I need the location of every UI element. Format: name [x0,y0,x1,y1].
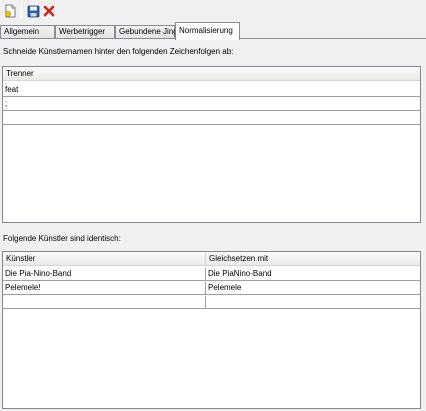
table-cell[interactable]: feat [3,84,420,96]
table-cell-artist[interactable]: Die Pia-Nino-Band [3,268,206,280]
table-cell-artist[interactable]: Pelemele! [3,282,206,294]
identical-artists-grid[interactable]: Künstler Gleichsetzen mit Die Pia-Nino-B… [2,251,421,409]
toolbar-separator [21,4,22,18]
toolbar [0,0,426,22]
table-cell-equal[interactable]: Die PiaNino-Band [206,268,420,280]
table-cell-artist[interactable] [3,296,206,308]
column-header-gleichsetzen[interactable]: Gleichsetzen mit [206,252,420,266]
table-row-new[interactable] [3,112,420,125]
column-header-kuenstler[interactable]: Künstler [3,252,206,266]
table-cell[interactable] [3,112,420,124]
table-row[interactable]: Die Pia-Nino-Band Die PiaNino-Band [3,268,420,281]
table-row[interactable]: ; [3,98,420,111]
separators-grid[interactable]: Trenner feat ; [2,66,421,223]
tab-allgemein[interactable]: Allgemein [0,25,55,39]
separators-label: Schneide Künstlernamen hinter den folgen… [3,47,234,56]
tab-strip: Allgemein Werbetrigger Gebundene Jingles… [0,22,426,40]
red-x-delete-icon[interactable] [42,4,56,18]
table-cell-equal[interactable] [206,296,420,308]
separators-grid-header: Trenner [3,67,420,81]
identical-artists-label: Folgende Künstler sind identisch: [3,234,121,243]
tab-normalisierung[interactable]: Normalisierung [175,22,240,40]
identical-grid-header: Künstler Gleichsetzen mit [3,252,420,266]
table-row-new[interactable] [3,296,420,309]
tab-gebundene-jingles[interactable]: Gebundene Jingles [115,25,188,39]
table-row[interactable]: feat [3,84,420,97]
new-document-icon[interactable] [3,4,17,18]
tab-werbetrigger[interactable]: Werbetrigger [55,25,115,39]
table-row[interactable]: Pelemele! Pelemele [3,282,420,295]
save-disk-icon[interactable] [26,4,40,18]
table-cell-equal[interactable]: Pelemele [206,282,420,294]
table-cell[interactable]: ; [3,98,420,110]
tab-content-panel: Schneide Künstlernamen hinter den folgen… [0,38,426,411]
column-header-trenner[interactable]: Trenner [3,67,420,81]
